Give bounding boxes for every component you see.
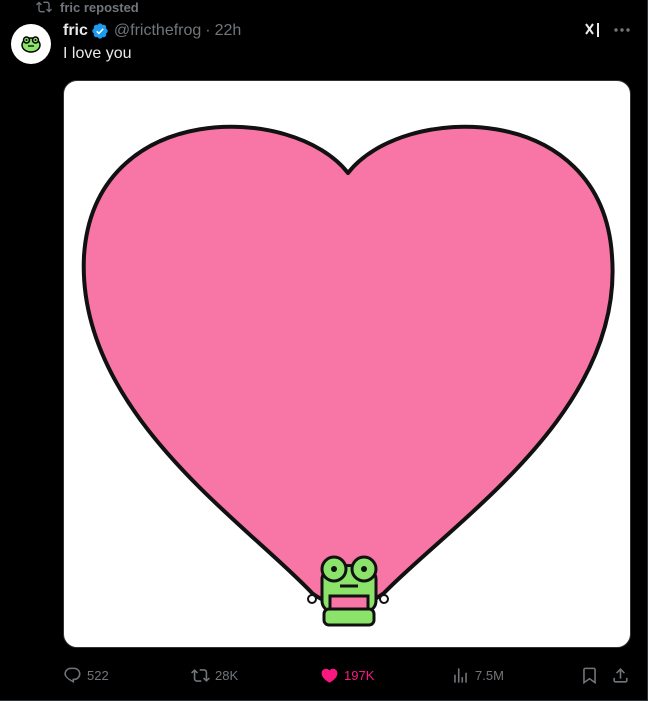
repost-button[interactable]: 28K — [191, 662, 238, 688]
repost-banner-text: fric reposted — [60, 0, 139, 15]
author-name[interactable]: fric — [63, 22, 88, 40]
separator-dot: · — [205, 22, 211, 39]
verified-badge-icon[interactable] — [91, 22, 109, 40]
tweet-image[interactable] — [63, 80, 631, 648]
views-count: 7.5M — [475, 667, 504, 683]
views-icon — [454, 667, 467, 683]
pink-heart-frog-image — [81, 124, 615, 627]
tweet-text: I love you — [63, 45, 132, 62]
repost-banner[interactable]: fric reposted — [36, 0, 139, 16]
like-button[interactable]: 197K — [320, 662, 374, 688]
reply-count: 522 — [87, 667, 109, 683]
reply-icon — [64, 667, 81, 683]
grok-icon[interactable] — [583, 20, 603, 40]
avatar[interactable] — [11, 24, 51, 64]
share-button[interactable] — [611, 662, 630, 688]
like-count: 197K — [344, 667, 375, 683]
reply-button[interactable]: 522 — [63, 662, 109, 688]
author-handle[interactable]: @fricthefrog — [114, 22, 201, 40]
heart-icon — [321, 668, 338, 683]
more-options-icon[interactable] — [612, 22, 632, 38]
views-button[interactable]: 7.5M — [451, 662, 504, 688]
action-bar: 522 28K 197K 7.5M — [63, 662, 637, 688]
repost-icon — [191, 668, 210, 682]
share-icon — [613, 667, 628, 683]
repost-count: 28K — [215, 667, 239, 683]
post-time[interactable]: 22h — [215, 22, 242, 40]
repost-icon — [36, 1, 52, 13]
bookmark-button[interactable] — [580, 662, 599, 688]
bookmark-icon — [583, 667, 596, 684]
frog-avatar-icon — [21, 36, 41, 53]
tweet-header: fric @fricthefrog · 22h — [63, 20, 241, 42]
